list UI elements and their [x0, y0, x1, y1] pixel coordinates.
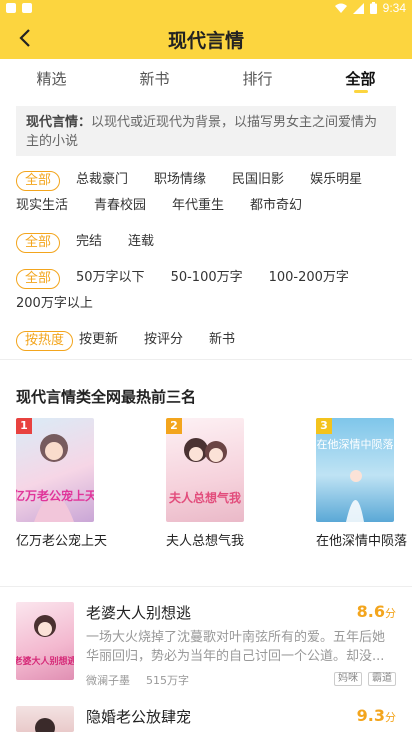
- book-title: 隐婚老公放肆宠: [86, 708, 192, 726]
- rank-badge: 3: [316, 418, 332, 434]
- book-author: 微澜子墨: [86, 674, 130, 687]
- book-tag: 霸道: [368, 672, 396, 686]
- genre-option[interactable]: 职场情缘: [144, 171, 216, 191]
- cover-illustration: 老婆大人别想逃: [16, 615, 74, 667]
- score-value: 9.3: [356, 706, 385, 725]
- book-cover: 在他深情中陨落 3: [316, 418, 394, 522]
- rank-badge: 1: [16, 418, 32, 434]
- wordcount-filter: 全部 50万字以下 50-100万字 100-200万字 200万字以上: [16, 266, 365, 318]
- top-book-1[interactable]: 亿万老公宠上天 1 亿万老公宠上天: [16, 418, 107, 552]
- signal-icon: [352, 2, 364, 14]
- top-three-books: 亿万老公宠上天 1 亿万老公宠上天 夫人总想气我 2 夫人总想气我 在他深情中陨…: [16, 418, 407, 578]
- book-tag: 妈咪: [334, 672, 362, 686]
- book-title: 老婆大人别想逃: [86, 604, 192, 622]
- wordcount-option-all[interactable]: 全部: [16, 269, 61, 289]
- category-tabs: 精选 新书 排行 全部: [0, 59, 412, 95]
- book-list-item[interactable]: 隐婚老公放肆宠 9.3分: [16, 706, 396, 732]
- sort-by-update[interactable]: 按更新: [79, 331, 128, 351]
- app-header: 现代言情: [0, 17, 412, 59]
- book-score: 9.3分: [357, 706, 396, 725]
- genre-option[interactable]: 娱乐明星: [300, 171, 372, 191]
- book-cover: 亿万老公宠上天 1: [16, 418, 94, 522]
- battery-icon: [369, 2, 377, 14]
- sort-by-popularity[interactable]: 按热度: [16, 331, 74, 351]
- score-value: 8.6: [356, 602, 385, 621]
- top-book-3[interactable]: 在他深情中陨落 3 在他深情中陨落: [316, 418, 407, 552]
- cover-title-text: 老婆大人别想逃: [16, 655, 74, 667]
- wordcount-option[interactable]: 200万字以上: [16, 295, 103, 315]
- wordcount-option[interactable]: 50万字以下: [66, 269, 155, 289]
- sort-by-rating[interactable]: 按评分: [134, 331, 193, 351]
- genre-option[interactable]: 都市奇幻: [240, 197, 312, 217]
- category-intro: 现代言情：以现代或近现代为背景，以描写男女主之间爱情为主的小说: [16, 106, 396, 156]
- status-filter: 全部 完结 连载: [16, 230, 170, 256]
- sort-new-books[interactable]: 新书: [199, 331, 245, 351]
- top-book-2[interactable]: 夫人总想气我 2 夫人总想气我: [166, 418, 246, 552]
- status-option[interactable]: 完结: [66, 233, 112, 253]
- genre-option[interactable]: 总裁豪门: [66, 171, 138, 191]
- cover-title-text: 亿万老公宠上天: [16, 488, 94, 503]
- book-word-count: 515万字: [146, 674, 189, 687]
- book-cover: 夫人总想气我 2: [166, 418, 244, 522]
- genre-option[interactable]: 现实生活: [16, 197, 78, 217]
- genre-option[interactable]: 民国旧影: [222, 171, 294, 191]
- book-score: 8.6分: [357, 602, 396, 621]
- wifi-icon: [334, 3, 347, 13]
- book-cover: [16, 706, 74, 732]
- intro-label: 现代言情：: [26, 115, 92, 130]
- status-option[interactable]: 连载: [118, 233, 164, 253]
- status-time: 9:34: [382, 1, 406, 15]
- section-divider: [0, 359, 412, 360]
- genre-option-all[interactable]: 全部: [16, 171, 61, 191]
- genre-option[interactable]: 年代重生: [162, 197, 234, 217]
- score-unit: 分: [385, 607, 396, 620]
- status-bar: 9:34: [0, 0, 412, 17]
- genre-filter: 全部 总裁豪门 职场情缘 民国旧影 娱乐明星 现实生活 青春校园 年代重生 都市…: [16, 168, 378, 220]
- genre-option[interactable]: 青春校园: [84, 197, 156, 217]
- cover-illustration: [35, 718, 55, 732]
- tab-all[interactable]: 全部: [309, 59, 412, 95]
- tab-ranking[interactable]: 排行: [206, 59, 309, 95]
- cover-title-text: 在他深情中陨落: [317, 438, 394, 451]
- wordcount-option[interactable]: 50-100万字: [161, 269, 253, 289]
- tab-new-books[interactable]: 新书: [103, 59, 206, 95]
- notification-icon: [22, 3, 32, 13]
- section-divider: [0, 586, 412, 587]
- book-title: 在他深情中陨落: [316, 534, 408, 549]
- tab-featured[interactable]: 精选: [0, 59, 103, 95]
- page-title: 现代言情: [167, 30, 244, 52]
- wordcount-option[interactable]: 100-200万字: [259, 269, 359, 289]
- score-unit: 分: [385, 711, 396, 724]
- cover-title-text: 夫人总想气我: [168, 490, 241, 505]
- top-section-title: 现代言情类全网最热前三名: [16, 388, 197, 406]
- sort-filter: 按热度 按更新 按评分 新书: [16, 328, 251, 354]
- status-option-all[interactable]: 全部: [16, 233, 61, 253]
- notification-icons: [6, 3, 32, 13]
- book-description: 一场大火烧掉了沈蔓歌对叶南弦所有的爱。五年后她华丽回归，势必为当年的自己讨回一个…: [86, 630, 386, 664]
- book-list-item[interactable]: 老婆大人别想逃 老婆大人别想逃 8.6分 一场大火烧掉了沈蔓歌对叶南弦所有的爱。…: [16, 602, 396, 692]
- book-title: 夫人总想气我: [166, 534, 245, 549]
- book-cover: 老婆大人别想逃: [16, 602, 74, 680]
- notification-icon: [6, 3, 16, 13]
- rank-badge: 2: [166, 418, 182, 434]
- book-title: 亿万老公宠上天: [16, 534, 108, 549]
